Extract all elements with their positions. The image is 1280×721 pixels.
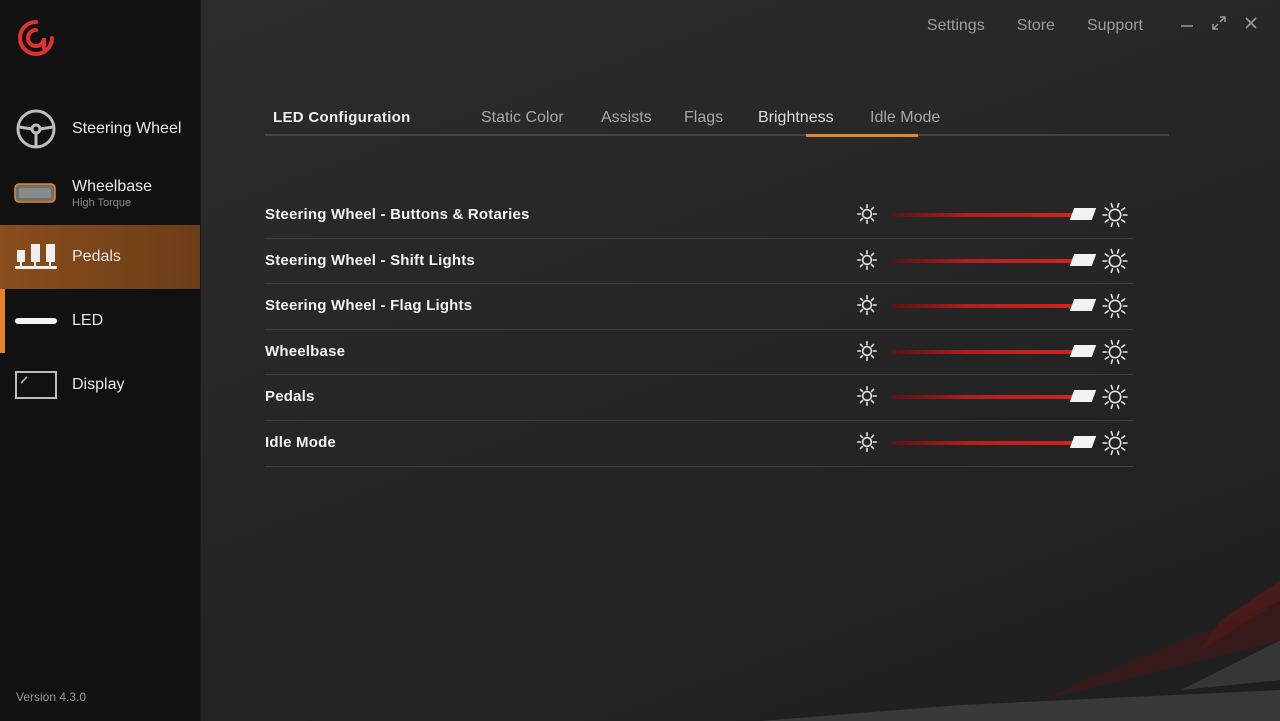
header-links: Settings Store Support bbox=[895, 17, 1143, 35]
tab-assists[interactable]: Assists bbox=[601, 109, 652, 136]
sidebar-item-label: Wheelbase bbox=[72, 178, 153, 195]
brightness-slider[interactable] bbox=[892, 435, 1097, 448]
sidebar-item-display[interactable]: Display bbox=[0, 353, 200, 417]
sidebar-item-led[interactable]: LED bbox=[0, 289, 200, 353]
brightness-decrease-icon[interactable] bbox=[857, 340, 877, 361]
slider-thumb[interactable] bbox=[1069, 208, 1097, 220]
brightness-list: Steering Wheel - Buttons & Rotaries Steer… bbox=[265, 193, 1133, 467]
brightness-decrease-icon[interactable] bbox=[857, 431, 877, 452]
sidebar-item-wheelbase[interactable]: Wheelbase High Torque bbox=[0, 161, 200, 225]
sidebar: Steering Wheel Wheelbase High Torque Ped… bbox=[0, 0, 200, 721]
tab-brightness[interactable]: Brightness bbox=[758, 109, 834, 136]
brightness-increase-icon[interactable] bbox=[1102, 384, 1128, 410]
version-label: Version 4.3.0 bbox=[16, 690, 87, 704]
main-panel: Settings Store Support LED Configuration… bbox=[200, 0, 1280, 721]
brightness-slider[interactable] bbox=[892, 253, 1097, 266]
sidebar-item-pedals[interactable]: Pedals bbox=[0, 225, 200, 289]
brightness-increase-icon[interactable] bbox=[1102, 202, 1128, 228]
brightness-increase-icon[interactable] bbox=[1102, 430, 1128, 456]
slider-thumb[interactable] bbox=[1069, 299, 1097, 312]
sidebar-item-label: Display bbox=[72, 376, 125, 393]
wheelbase-icon bbox=[14, 171, 58, 215]
slider-thumb[interactable] bbox=[1069, 344, 1097, 357]
brightness-row: Wheelbase bbox=[265, 330, 1133, 376]
brightness-slider[interactable] bbox=[892, 390, 1097, 403]
brightness-decrease-icon[interactable] bbox=[857, 295, 877, 316]
tab-static-color[interactable]: Static Color bbox=[481, 109, 564, 136]
brightness-decrease-icon[interactable] bbox=[857, 204, 877, 224]
pedals-icon bbox=[14, 235, 58, 279]
brightness-increase-icon[interactable] bbox=[1102, 339, 1128, 365]
sidebar-item-sublabel: High Torque bbox=[72, 197, 132, 209]
brightness-decrease-icon[interactable] bbox=[857, 386, 877, 407]
steering-wheel-icon bbox=[14, 107, 58, 151]
section-title: LED Configuration bbox=[273, 109, 411, 126]
brightness-row-label: Steering Wheel - Shift Lights bbox=[265, 251, 475, 269]
active-tab-underline bbox=[806, 134, 918, 137]
display-icon bbox=[14, 363, 58, 407]
brightness-slider[interactable] bbox=[892, 344, 1097, 357]
settings-link[interactable]: Settings bbox=[927, 17, 985, 35]
brightness-increase-icon[interactable] bbox=[1102, 248, 1128, 274]
tab-idle-mode[interactable]: Idle Mode bbox=[870, 109, 940, 136]
brightness-slider[interactable] bbox=[892, 208, 1097, 220]
brightness-row: Steering Wheel - Shift Lights bbox=[265, 239, 1133, 285]
window-controls bbox=[1178, 14, 1260, 32]
sidebar-item-label: Steering Wheel bbox=[72, 120, 182, 137]
brightness-row-label: Wheelbase bbox=[265, 342, 346, 360]
slider-thumb[interactable] bbox=[1069, 253, 1097, 266]
brightness-slider[interactable] bbox=[892, 299, 1097, 312]
brightness-decrease-icon[interactable] bbox=[857, 249, 877, 270]
brand-logo[interactable] bbox=[16, 18, 56, 58]
store-link[interactable]: Store bbox=[1017, 17, 1055, 35]
sidebar-item-label: Pedals bbox=[72, 248, 121, 265]
sidebar-item-label: LED bbox=[72, 312, 104, 329]
led-bar-icon bbox=[14, 299, 58, 343]
support-link[interactable]: Support bbox=[1087, 17, 1143, 35]
slider-thumb[interactable] bbox=[1069, 435, 1097, 448]
brightness-row: Steering Wheel - Flag Lights bbox=[265, 284, 1133, 330]
brightness-row-label: Steering Wheel - Flag Lights bbox=[265, 297, 473, 315]
slider-thumb[interactable] bbox=[1069, 390, 1097, 403]
maximize-icon[interactable] bbox=[1210, 14, 1228, 32]
brightness-increase-icon[interactable] bbox=[1102, 293, 1128, 319]
led-config-tabs: LED Configuration Static Color Assists F… bbox=[265, 103, 1169, 137]
minimize-icon[interactable] bbox=[1178, 14, 1196, 32]
brightness-row-label: Steering Wheel - Buttons & Rotaries bbox=[265, 206, 530, 223]
brightness-row-label: Idle Mode bbox=[265, 433, 336, 451]
brightness-row: Steering Wheel - Buttons & Rotaries bbox=[265, 193, 1133, 239]
sidebar-item-steering-wheel[interactable]: Steering Wheel bbox=[0, 97, 200, 161]
brightness-row-label: Pedals bbox=[265, 388, 315, 406]
close-icon[interactable] bbox=[1242, 14, 1260, 32]
brightness-row: Idle Mode bbox=[265, 421, 1133, 467]
tab-flags[interactable]: Flags bbox=[684, 109, 723, 136]
brightness-row: Pedals bbox=[265, 375, 1133, 421]
